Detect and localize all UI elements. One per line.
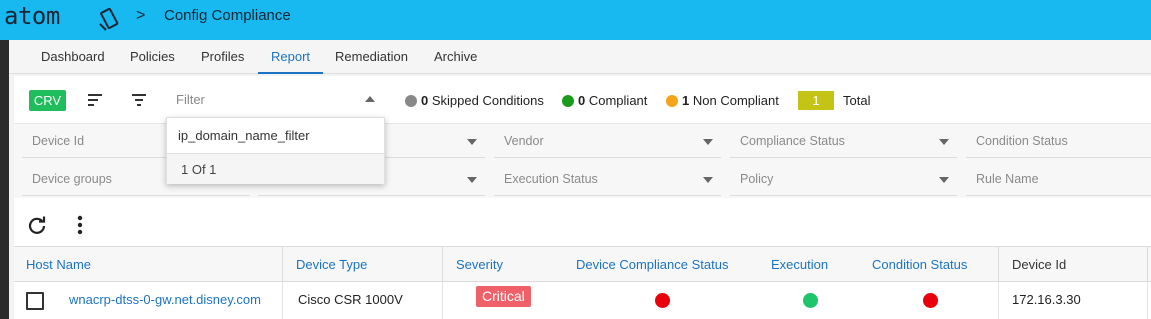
host-name-link[interactable]: wnacrp-dtss-0-gw.net.disney.com [69, 292, 261, 307]
table-row[interactable]: wnacrp-dtss-0-gw.net.disney.com Cisco CS… [14, 282, 1151, 319]
tab-remediation[interactable]: Remediation [335, 49, 408, 64]
filter-input[interactable]: Filter [176, 92, 205, 107]
active-tab-indicator [258, 72, 323, 74]
col-device-compliance-status[interactable]: Device Compliance Status [576, 257, 728, 272]
device-id-cell: 172.16.3.30 [1012, 292, 1081, 307]
compliant-dot [562, 95, 574, 107]
tab-archive[interactable]: Archive [434, 49, 477, 64]
row-divider [442, 282, 443, 319]
page-title: Config Compliance [164, 7, 291, 24]
refresh-icon[interactable] [26, 214, 48, 236]
row-divider [1147, 282, 1148, 319]
col-condition-status[interactable]: Condition Status [872, 257, 967, 272]
execution-status-dot [803, 293, 818, 308]
left-edge [0, 40, 9, 319]
app-logo[interactable]: atom [4, 2, 60, 30]
row-divider [998, 282, 999, 319]
non-compliant-dot [666, 95, 678, 107]
sort-icon[interactable] [88, 93, 104, 107]
col-host-name[interactable]: Host Name [26, 257, 91, 272]
col-device-type[interactable]: Device Type [296, 257, 367, 272]
condition-status-filter[interactable]: Condition Status [966, 124, 1151, 158]
report-panel: CRV Filter 0 Skipped Conditions 0 Compli… [14, 76, 1151, 319]
total-badge: 1 [798, 91, 834, 110]
col-execution[interactable]: Execution [771, 257, 828, 272]
chevron-down-icon [939, 139, 949, 145]
legend-compliant: 0 Compliant [562, 93, 647, 108]
legend-non-compliant: 1 Non Compliant [666, 93, 779, 108]
table-header: Host Name Device Type Severity Device Co… [14, 246, 1151, 283]
filter-list-icon[interactable] [132, 93, 148, 107]
severity-badge: Critical [476, 286, 531, 307]
chevron-down-icon [703, 177, 713, 183]
dropdown-option[interactable]: ip_domain_name_filter [178, 128, 310, 143]
dropdown-footer: 1 Of 1 [167, 153, 384, 184]
row-checkbox[interactable] [26, 292, 44, 310]
col-severity[interactable]: Severity [456, 257, 503, 272]
policy-filter[interactable]: Policy [730, 162, 957, 196]
skipped-dot [405, 95, 417, 107]
execution-status-filter[interactable]: Execution Status [494, 162, 721, 196]
chevron-down-icon [467, 139, 477, 145]
device-type-cell: Cisco CSR 1000V [298, 292, 403, 307]
devices-icon[interactable] [98, 6, 120, 32]
column-divider [442, 247, 443, 283]
column-divider [998, 247, 999, 283]
column-divider [1147, 247, 1148, 283]
legend-skipped: 0 Skipped Conditions [405, 93, 544, 108]
more-vert-icon[interactable] [69, 214, 91, 236]
condition-status-dot [923, 293, 938, 308]
breadcrumb-separator: > [136, 7, 146, 24]
chevron-down-icon [467, 177, 477, 183]
top-bar: atom > Config Compliance [0, 0, 1151, 40]
tab-policies[interactable]: Policies [130, 49, 175, 64]
dropdown-count: 1 Of 1 [181, 162, 217, 177]
compliance-status-filter[interactable]: Compliance Status [730, 124, 957, 158]
tab-profiles[interactable]: Profiles [201, 49, 244, 64]
filter-dropdown: ip_domain_name_filter 1 Of 1 [166, 117, 385, 184]
table-actions [14, 204, 1151, 246]
chevron-down-icon [939, 177, 949, 183]
caret-up-icon[interactable] [365, 96, 375, 102]
chevron-down-icon [703, 139, 713, 145]
rule-name-filter[interactable]: Rule Name [966, 162, 1151, 196]
col-device-id[interactable]: Device Id [1012, 257, 1066, 272]
column-divider [282, 247, 283, 283]
total-label: Total [843, 93, 871, 108]
vendor-filter[interactable]: Vendor [494, 124, 721, 158]
device-compliance-status-dot [655, 293, 670, 308]
tab-bar: Dashboard Policies Profiles Report Remed… [9, 40, 1151, 74]
row-divider [282, 282, 283, 319]
crv-button[interactable]: CRV [29, 90, 66, 111]
tab-report[interactable]: Report [271, 49, 310, 64]
tab-dashboard[interactable]: Dashboard [41, 49, 105, 64]
